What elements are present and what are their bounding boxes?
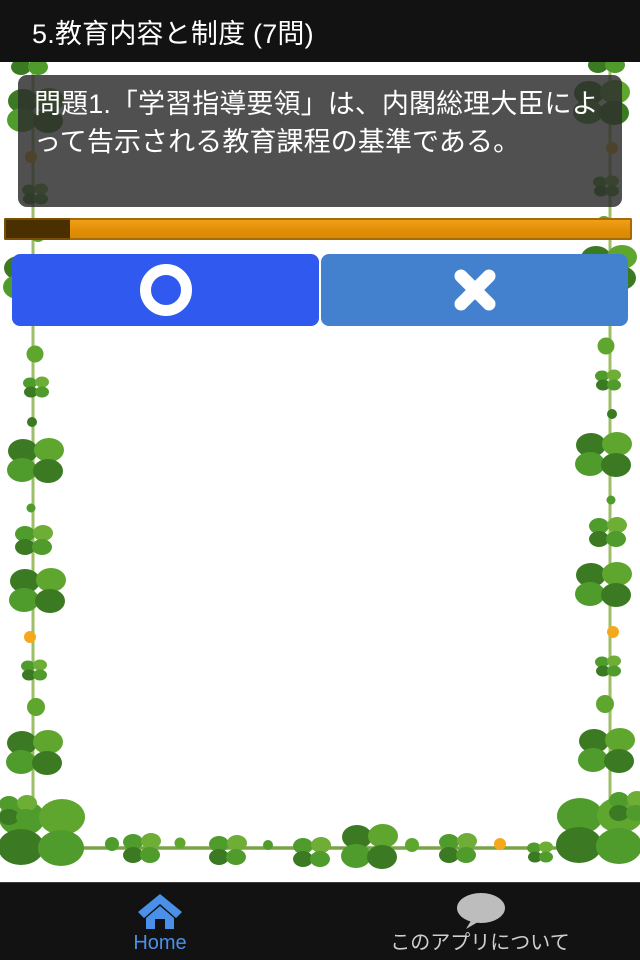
answer-button-incorrect[interactable]	[321, 254, 628, 326]
tab-about-label: このアプリについて	[390, 931, 570, 954]
answer-button-row	[12, 254, 628, 326]
page-title: 5.教育内容と制度 (7問)	[32, 18, 314, 49]
cross-icon	[454, 269, 495, 311]
speech-bubble-icon	[457, 892, 505, 929]
question-text: 問題1.「学習指導要領」は、内閣総理大臣によって告示される教育課程の基準である。	[34, 89, 599, 158]
tab-home[interactable]: Home	[0, 883, 320, 960]
bottom-tab-bar: Home このアプリについて	[0, 882, 640, 960]
header-bar: 5.教育内容と制度 (7問)	[0, 0, 640, 62]
progress-bar	[4, 218, 632, 240]
answer-button-correct[interactable]	[12, 254, 319, 326]
progress-bar-remaining	[69, 218, 632, 240]
quiz-screen: 5.教育内容と制度 (7問) 問題1.「学習指導要領」は、内閣総理大臣によって告…	[0, 0, 640, 960]
progress-bar-completed	[4, 218, 70, 240]
home-icon	[138, 893, 182, 929]
tab-home-label: Home	[133, 931, 187, 954]
question-panel: 問題1.「学習指導要領」は、内閣総理大臣によって告示される教育課程の基準である。	[18, 75, 622, 207]
tab-about[interactable]: このアプリについて	[320, 883, 640, 960]
content-area: 問題1.「学習指導要領」は、内閣総理大臣によって告示される教育課程の基準である。	[0, 62, 640, 882]
circle-icon	[139, 264, 192, 316]
